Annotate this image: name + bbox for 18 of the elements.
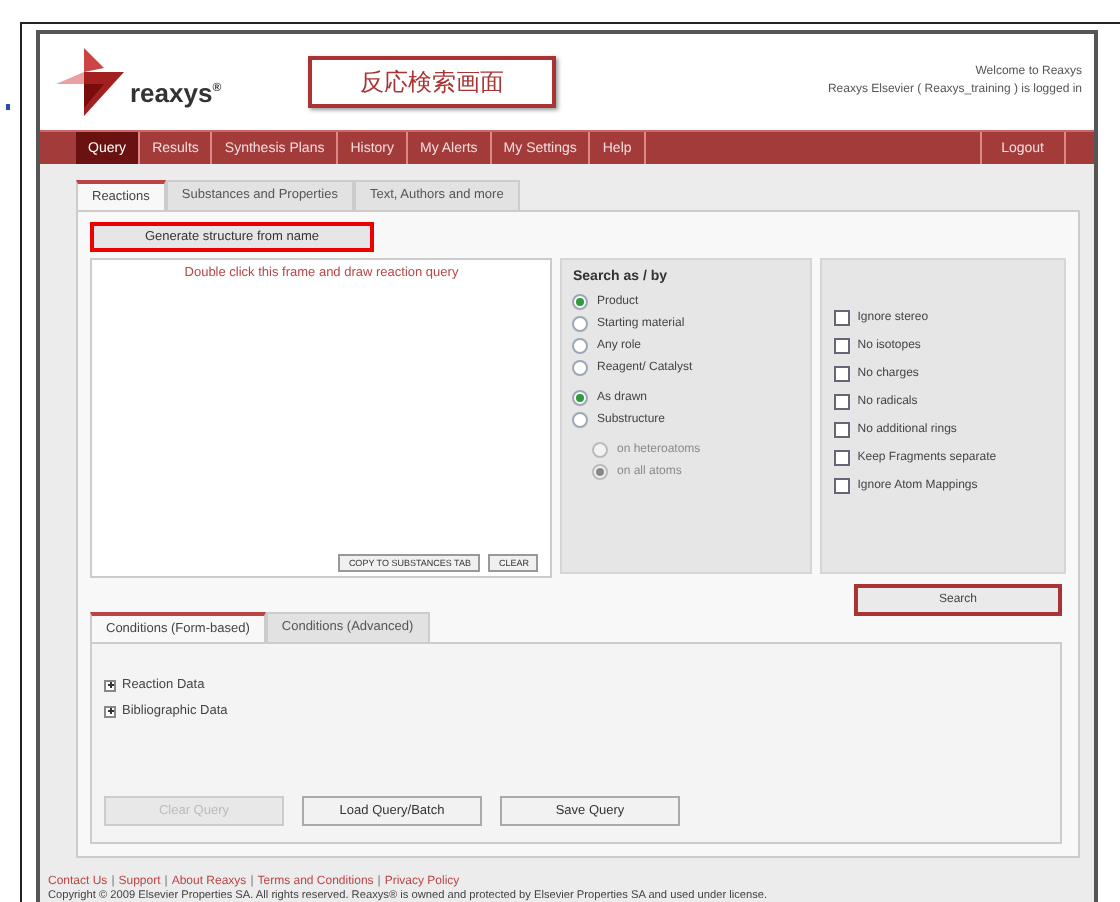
logo-text: reaxys$^{®}$ bbox=[130, 78, 222, 108]
checkbox[interactable] bbox=[833, 422, 850, 438]
checkbox[interactable] bbox=[833, 478, 850, 494]
radio-button[interactable] bbox=[572, 337, 589, 353]
checkbox[interactable] bbox=[833, 310, 850, 326]
checkbox[interactable] bbox=[833, 338, 850, 354]
logo-icon bbox=[56, 48, 128, 116]
radio-button[interactable] bbox=[572, 359, 589, 375]
checkbox[interactable] bbox=[833, 394, 850, 410]
radio-button[interactable] bbox=[572, 411, 589, 427]
checkbox[interactable] bbox=[833, 450, 850, 466]
radio-button[interactable] bbox=[572, 315, 589, 331]
radio-button[interactable] bbox=[572, 293, 589, 309]
expand-icon[interactable] bbox=[104, 679, 116, 691]
annotation-label: 反応検索画面 bbox=[308, 56, 556, 108]
checkbox[interactable] bbox=[833, 366, 850, 382]
radio-button[interactable] bbox=[572, 389, 589, 405]
expand-icon[interactable] bbox=[104, 705, 116, 717]
